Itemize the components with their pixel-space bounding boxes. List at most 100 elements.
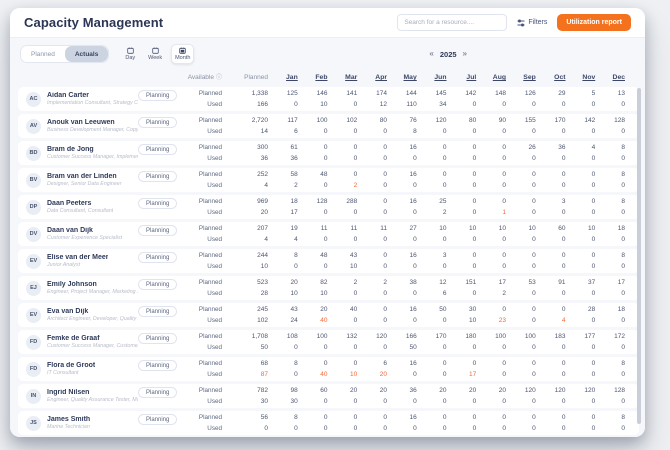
month-value: 37 — [588, 279, 596, 286]
month-header-jun[interactable]: Jun — [434, 74, 446, 81]
planning-button[interactable]: Planning — [138, 117, 178, 128]
resource-name[interactable]: Flora de Groot — [47, 362, 95, 369]
resource-name[interactable]: Bram de Jong — [47, 146, 138, 153]
month-header-nov[interactable]: Nov — [582, 74, 595, 81]
month-value: 0 — [353, 414, 358, 421]
row-label: Used — [207, 317, 222, 324]
month-header-apr[interactable]: Apr — [375, 74, 387, 81]
planned-line: Planned 1,708 108 100 132 120 166 170 180 100 100 1… — [182, 332, 625, 342]
resource-name[interactable]: Eva van Dijk — [47, 308, 138, 315]
view-month[interactable]: Month — [171, 44, 195, 64]
month-value: 20 — [379, 387, 387, 394]
resource-name[interactable]: Ingrid Nilsen — [47, 389, 138, 396]
row-label: Used — [207, 236, 222, 243]
table-row: AV Anouk van Leeuwen Business Development … — [18, 114, 639, 138]
month-value: 8 — [413, 128, 417, 135]
month-header-jul[interactable]: Jul — [466, 74, 476, 81]
view-day[interactable]: Day — [121, 44, 139, 64]
month-value: 0 — [442, 425, 447, 432]
month-value: 10 — [350, 371, 358, 378]
month-value: 11 — [350, 225, 358, 232]
search-input[interactable] — [397, 14, 508, 31]
resource-name[interactable]: Anouk van Leeuwen — [47, 119, 138, 126]
planning-button[interactable]: Planning — [138, 333, 178, 344]
month-header-aug[interactable]: Aug — [493, 74, 506, 81]
month-value: 0 — [323, 360, 328, 367]
month-header-oct[interactable]: Oct — [554, 74, 565, 81]
month-value: 0 — [323, 414, 328, 421]
month-value: 0 — [472, 252, 477, 259]
month-header-sep[interactable]: Sep — [523, 74, 535, 81]
month-header-dec[interactable]: Dec — [613, 74, 625, 81]
month-header-feb[interactable]: Feb — [315, 74, 327, 81]
month-header-jan[interactable]: Jan — [286, 74, 298, 81]
planning-button[interactable]: Planning — [138, 387, 178, 398]
planning-button[interactable]: Planning — [138, 306, 178, 317]
resource-name[interactable]: Daan Peeters — [47, 200, 113, 207]
month-value: 0 — [413, 371, 417, 378]
next-year-icon[interactable]: » — [463, 50, 467, 58]
resource-cell: DP Daan Peeters Data Consultant, Consultan… — [18, 195, 138, 219]
month-value: 6 — [294, 128, 298, 135]
planning-button[interactable]: Planning — [138, 198, 178, 209]
month-value: 0 — [502, 344, 506, 351]
resource-name[interactable]: Aidan Carter — [47, 92, 138, 99]
month-value: 3 — [442, 252, 447, 259]
used-line: Used 102 24 40 0 0 0 0 10 23 0 4 0 0 — [182, 316, 625, 326]
month-value: 18 — [617, 306, 625, 313]
month-value: 288 — [346, 198, 358, 205]
month-value: 0 — [472, 425, 477, 432]
resource-name[interactable]: James Smith — [47, 416, 90, 423]
planning-button[interactable]: Planning — [138, 144, 178, 155]
resource-roles: Implementation Consultant, Strategy C... — [47, 100, 138, 106]
table-row: FD Flora de Groot IT Consultant Planning Pla… — [18, 357, 639, 381]
month-value: 18 — [290, 198, 298, 205]
month-value: 110 — [406, 101, 417, 108]
month-value: 0 — [561, 360, 566, 367]
month-value: 0 — [383, 198, 387, 205]
month-value: 10 — [498, 225, 506, 232]
month-value: 0 — [413, 290, 417, 297]
month-value: 0 — [591, 236, 596, 243]
planning-button[interactable]: Planning — [138, 414, 178, 425]
vertical-scrollbar[interactable] — [637, 88, 641, 424]
value-lines: Planned 244 8 48 43 0 16 3 0 0 0 0 0 8 Used 10 0 0 10 0 0 0 0 0… — [182, 249, 639, 273]
month-value: 0 — [621, 236, 625, 243]
previous-year-icon[interactable]: « — [429, 50, 433, 58]
month-header-may[interactable]: May — [404, 74, 417, 81]
planning-button[interactable]: Planning — [138, 279, 178, 290]
month-header-mar[interactable]: Mar — [345, 74, 357, 81]
tab-actuals[interactable]: Actuals — [64, 46, 109, 62]
resource-name[interactable]: Bram van der Linden — [47, 173, 122, 180]
planning-button[interactable]: Planning — [138, 225, 178, 236]
planning-button[interactable]: Planning — [138, 90, 178, 101]
planning-button[interactable]: Planning — [138, 360, 178, 371]
resource-name[interactable]: Femke de Graaf — [47, 335, 138, 342]
resource-name[interactable]: Emily Johnson — [47, 281, 138, 288]
month-value: 128 — [614, 117, 625, 124]
planning-button[interactable]: Planning — [138, 171, 178, 182]
info-icon[interactable]: ⓘ — [216, 75, 222, 81]
planning-cell: Planning — [138, 249, 182, 273]
month-value: 50 — [409, 344, 417, 351]
tab-planned[interactable]: Planned — [21, 46, 65, 62]
month-value: 2 — [442, 209, 447, 216]
resource-name[interactable]: Daan van Dijk — [47, 227, 122, 234]
month-value: 0 — [353, 209, 358, 216]
month-value: 0 — [502, 144, 506, 151]
total-value: 300 — [257, 144, 268, 151]
month-value: 0 — [383, 209, 387, 216]
utilization-report-button[interactable]: Utilization report — [557, 14, 631, 31]
month-value: 128 — [614, 387, 625, 394]
planning-button[interactable]: Planning — [138, 252, 178, 263]
month-value: 8 — [294, 414, 298, 421]
month-value: 120 — [584, 387, 596, 394]
month-value: 18 — [617, 225, 625, 232]
resource-roles: IT Consultant — [47, 370, 79, 376]
avatar: EV — [26, 253, 41, 269]
month-value: 0 — [294, 425, 298, 432]
resource-name[interactable]: Elise van der Meer — [47, 254, 108, 261]
table-row: EJ Emily Johnson Engineer, Project Manager… — [18, 276, 639, 300]
filters-button[interactable]: Filters — [517, 19, 547, 27]
view-week[interactable]: Week — [144, 44, 166, 64]
